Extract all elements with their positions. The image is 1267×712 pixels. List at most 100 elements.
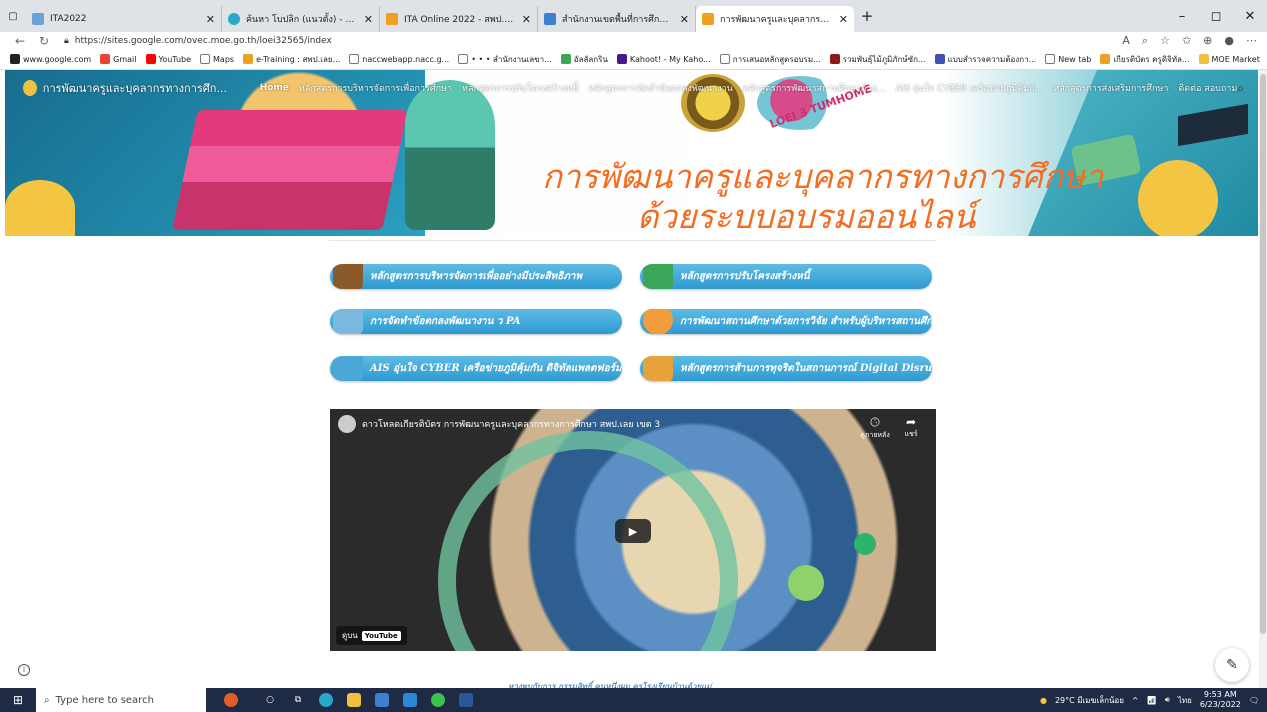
course-button-debt[interactable]: หลักสูตรการปรับโครงสร้างหนี้ [640,264,932,289]
money-bag-icon [333,264,363,289]
weather-widget-icon[interactable] [206,688,256,712]
tab-actions-icon[interactable]: ▢ [0,0,26,32]
kahoot-icon [616,54,627,64]
forms-icon [934,54,945,64]
page-scrollbar[interactable] [1259,70,1267,688]
browser-tab[interactable]: สำนักงานเขตพื้นที่การศึกษาประถมศึก ✕ [538,6,696,32]
nav-item[interactable]: ติดต่อ สอบถาม [1178,81,1237,95]
nav-item[interactable]: หลักสูตรการจัดทำข้อตกลงพัฒนางาน [589,81,733,95]
bookmark-item[interactable]: Gmail [100,54,137,64]
tab-close-icon[interactable]: ✕ [364,13,373,26]
youtube-video-embed[interactable]: ดาวโหลดเกียรติบัตร การพัฒนาครูและบุคลากร… [330,409,936,651]
page-icon [458,54,469,64]
course-label: การพัฒนาสถานศึกษาด้วยการวิจัย สำหรับผู้บ… [680,316,932,327]
store-icon[interactable] [368,688,396,712]
task-view-icon[interactable]: ⧉ [284,688,312,712]
close-window-button[interactable]: ✕ [1233,9,1267,24]
bookmark-item[interactable]: naccwebapp.nacc.g... [349,54,449,64]
weather-text[interactable]: 29°C มีเมฆเล็กน้อย [1055,694,1124,707]
back-button[interactable]: ← [8,34,32,48]
more-menu-icon[interactable]: ⋯ [1246,34,1257,48]
edit-pencil-button[interactable]: ✎ [1215,648,1249,682]
course-button-research[interactable]: การพัฒนาสถานศึกษาด้วยการวิจัย สำหรับผู้บ… [640,309,932,334]
nav-item[interactable]: หลักสูตรการพัฒนาสถานศึกษาด้วย... [743,81,886,95]
windows-start-button[interactable]: ⊞ [0,693,36,707]
browser-tab-bar: ▢ ITA2022 ✕ ค้นหา โบปลิก (แนวตั้ง) - Can… [0,0,1267,32]
tab-close-icon[interactable]: ✕ [522,13,531,26]
volume-icon[interactable]: 🔊︎ [1165,695,1170,705]
course-button-pa[interactable]: การจัดทำข้อตกลงพัฒนางาน ว PA [330,309,622,334]
new-tab-button[interactable]: + [854,7,880,25]
favorites-icon[interactable]: ✩ [1182,34,1191,48]
tray-chevron-icon[interactable]: ^ [1132,696,1139,705]
minimize-button[interactable]: – [1165,9,1199,24]
bookmark-icon [243,54,254,64]
favorite-star-icon[interactable]: ☆ [1160,34,1170,48]
zoom-icon[interactable]: ⌕ [1142,34,1148,48]
network-icon[interactable]: 📶︎ [1147,696,1157,705]
site-logo-icon[interactable] [23,80,37,96]
cortana-icon[interactable]: ○ [256,688,284,712]
edge-browser-icon[interactable] [312,688,340,712]
bookmark-item[interactable]: www.google.com [10,54,91,64]
lock-icon: 🔒︎ [64,35,69,46]
taskbar-search-box[interactable]: ⌕ Type here to search [36,688,206,712]
course-button-anti-corruption[interactable]: หลักสูตรการส้านการทุจริตในสถานการณ์ Digi… [640,356,932,381]
language-indicator[interactable]: ไทย [1178,694,1192,707]
browser-tab[interactable]: ค้นหา โบปลิก (แนวตั้ง) - Canva ✕ [222,6,380,32]
bookmark-item[interactable]: รวมพันธุ์ไม้ภูมิภักษ์ซัก... [829,53,926,66]
browser-tab[interactable]: ITA Online 2022 - สพป.เลย เขต 3 ✕ [380,6,538,32]
tab-close-icon[interactable]: ✕ [206,13,215,26]
profile-avatar[interactable]: ● [1224,34,1234,48]
collections-icon[interactable]: ⊕ [1203,34,1212,48]
nav-item[interactable]: หลักสูตรการปรับโครงสร้างหนี้ [462,81,579,95]
bookmark-item[interactable]: Maps [200,54,234,64]
course-button-management[interactable]: หลักสูตรการบริหารจัดการเพื่ออย่างมีประสิ… [330,264,622,289]
channel-avatar[interactable] [338,415,356,433]
line-app-icon[interactable] [424,688,452,712]
tab-close-icon[interactable]: ✕ [680,13,689,26]
browser-tab-active[interactable]: การพัฒนาครูและบุคลากรทางการศึกษ ✕ [696,6,854,32]
nav-item[interactable]: หลักสูตรการบริหารจัดการเพื่อการศึกษา [299,81,452,95]
bookmark-folder[interactable]: MOE Market [1198,54,1260,64]
bookmark-item[interactable]: แบบสำรวจความต้องกา... [934,53,1036,66]
play-button[interactable]: ▶ [615,519,651,543]
bookmark-item[interactable]: YouTube [145,54,191,64]
site-name[interactable]: การพัฒนาครูและบุคลากรทางการศึก... [43,79,250,97]
watch-later-button[interactable]: 🕓︎ ดูภายหลัง [860,415,890,441]
mail-icon[interactable] [396,688,424,712]
watch-on-youtube-button[interactable]: ดูบน YouTube [336,626,407,645]
page-icon [349,54,360,64]
nav-item-home[interactable]: Home [260,83,289,93]
bookmark-label: Kahoot! - My Kaho... [629,54,711,64]
share-button[interactable]: ➦ แชร์ [896,415,926,440]
video-title-bar[interactable]: ดาวโหลดเกียรติบัตร การพัฒนาครูและบุคลากร… [338,415,660,433]
bookmark-icon [560,54,571,64]
browser-tab[interactable]: ITA2022 ✕ [26,6,222,32]
bookmark-item[interactable]: เกียรติบัตร ครูดิจิทัล... [1100,53,1190,66]
nav-item[interactable]: หลักสูตรการส่งเสริมการศึกษา [1053,81,1168,95]
bookmark-item[interactable]: การเสนอหลักสูตรอบรม... [719,53,821,66]
bookmark-item[interactable]: Kahoot! - My Kaho... [616,54,711,64]
bookmark-item[interactable]: e-Training : สพป.เลย... [243,53,340,66]
scrollbar-thumb[interactable] [1260,74,1266,634]
bookmark-item[interactable]: New tab [1045,54,1091,64]
bookmark-item[interactable]: • • • สำนักงานเลขา... [458,53,552,66]
url-field[interactable]: 🔒︎ https://sites.google.com/ovec.moe.go.… [64,36,332,46]
video-title[interactable]: ดาวโหลดเกียรติบัตร การพัฒนาครูและบุคลากร… [362,417,660,431]
file-explorer-icon[interactable] [340,688,368,712]
word-icon[interactable] [452,688,480,712]
notifications-icon[interactable]: 🗨︎ [1249,696,1259,705]
site-search-icon[interactable]: ⌕ [1237,81,1244,96]
read-aloud-icon[interactable]: A [1122,34,1130,48]
info-icon[interactable]: i [18,664,30,676]
nav-item[interactable]: AIS อุ่นใจ CYBER เครือข่ายภูมิคุ้มกั... [896,81,1044,95]
play-icon: ▶ [628,524,638,538]
bookmark-item[interactable]: อัลลัลกริน [560,53,608,66]
tab-close-icon[interactable]: ✕ [839,13,848,26]
maximize-button[interactable]: ◻ [1199,9,1233,24]
clock[interactable]: 9:53 AM 6/23/2022 [1200,690,1241,710]
clock-time: 9:53 AM [1203,690,1237,699]
refresh-button[interactable]: ↻ [32,34,56,48]
course-button-ais-cyber[interactable]: AIS อุ่นใจ CYBER เครือข่ายภูมิคุ้มกัน ดิ… [330,356,622,381]
